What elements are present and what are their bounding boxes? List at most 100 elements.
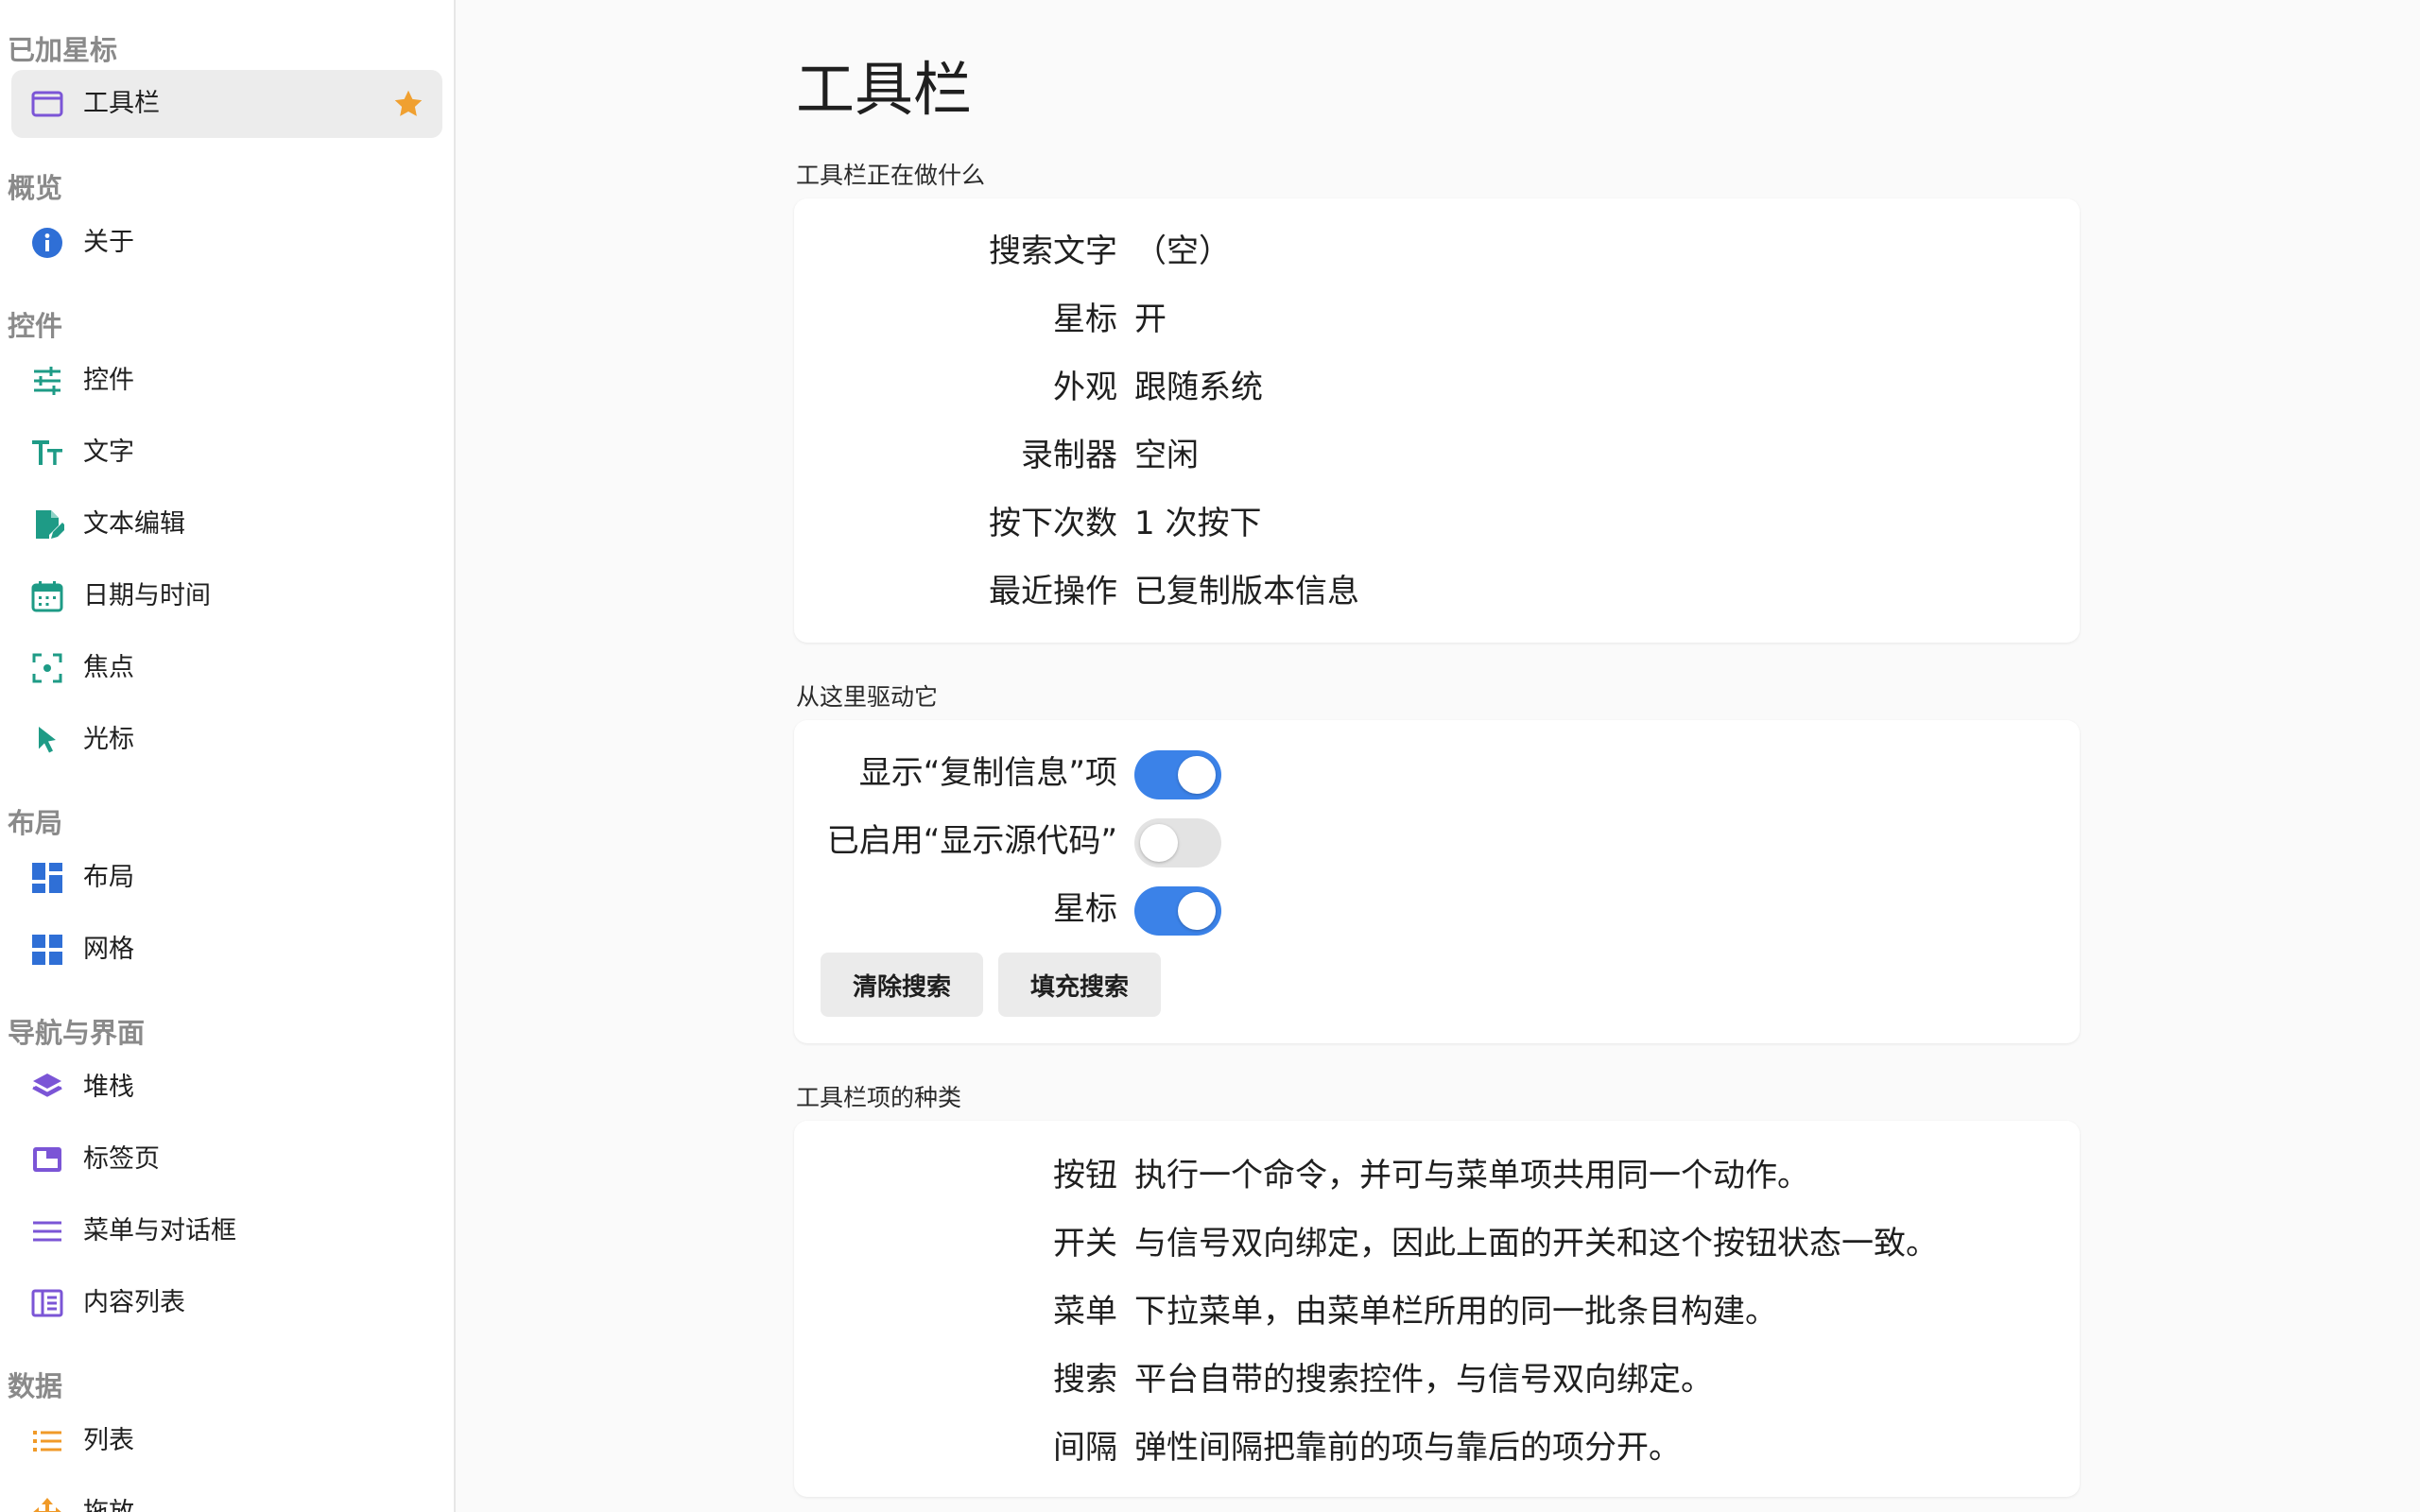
sidebar-item-label: 日期与时间 bbox=[83, 581, 211, 610]
stack-icon bbox=[30, 1071, 64, 1105]
toggle-knob bbox=[1178, 892, 1216, 930]
focus-icon bbox=[30, 651, 64, 685]
sidebar: 已加星标 工具栏 概览 关于 控件 控件 文字 文本编辑 日期与时间 焦点 光标… bbox=[0, 0, 456, 1512]
status-value: 跟随系统 bbox=[1134, 369, 1263, 406]
grid-icon bbox=[30, 933, 64, 967]
sidebar-item-label: 布局 bbox=[83, 863, 134, 892]
sidebar-item-label: 内容列表 bbox=[83, 1288, 185, 1317]
group-label-kinds: 工具栏项的种类 bbox=[796, 1084, 962, 1111]
kinds-card: 按钮 执行一个命令，并可与菜单项共用同一个动作。 开关 与信号双向绑定，因此上面… bbox=[794, 1121, 2080, 1497]
window-icon bbox=[30, 87, 64, 121]
status-value: 空闲 bbox=[1134, 437, 1199, 474]
kind-description: 弹性间隔把靠前的项与靠后的项分开。 bbox=[1134, 1429, 1681, 1467]
sidebar-item-layout[interactable]: 布局 bbox=[11, 844, 442, 912]
kind-label: 按钮 bbox=[1053, 1157, 1117, 1194]
content-list-icon bbox=[30, 1286, 64, 1320]
section-title-navigation: 导航与界面 bbox=[8, 1017, 146, 1049]
kind-label: 菜单 bbox=[1053, 1293, 1117, 1331]
drag-icon bbox=[30, 1496, 64, 1512]
status-row: 录制器 空闲 bbox=[794, 421, 2080, 490]
kind-description: 下拉菜单，由菜单栏所用的同一批条目构建。 bbox=[1134, 1293, 1777, 1331]
sidebar-item-text[interactable]: 文字 bbox=[11, 419, 442, 487]
kind-description: 执行一个命令，并可与菜单项共用同一个动作。 bbox=[1134, 1157, 1809, 1194]
toggle-label: 星标 bbox=[1053, 890, 1117, 928]
sidebar-item-label: 菜单与对话框 bbox=[83, 1216, 236, 1246]
toggle-row-star: 星标 bbox=[794, 875, 2080, 943]
status-value: 1 次按下 bbox=[1134, 505, 1262, 542]
sidebar-item-controls[interactable]: 控件 bbox=[11, 347, 442, 415]
sidebar-item-focus[interactable]: 焦点 bbox=[11, 634, 442, 702]
toggle-row-show-source: 已启用“显示源代码” bbox=[794, 807, 2080, 875]
toggle-knob bbox=[1140, 824, 1178, 862]
section-title-controls: 控件 bbox=[8, 310, 63, 342]
sidebar-item-label: 堆栈 bbox=[83, 1073, 134, 1102]
status-label: 外观 bbox=[1053, 369, 1117, 406]
menu-icon bbox=[30, 1214, 64, 1248]
button-row: 清除搜索 填充搜索 bbox=[794, 953, 2080, 1017]
copy-info-toggle[interactable] bbox=[1134, 750, 1221, 799]
sidebar-item-label: 文字 bbox=[83, 438, 134, 467]
sidebar-item-cursor[interactable]: 光标 bbox=[11, 706, 442, 774]
sidebar-item-label: 列表 bbox=[83, 1426, 134, 1455]
kind-label: 间隔 bbox=[1053, 1429, 1117, 1467]
status-label: 录制器 bbox=[1021, 437, 1117, 474]
sidebar-item-label: 焦点 bbox=[83, 653, 134, 682]
kind-row: 搜索 平台自带的搜索控件，与信号双向绑定。 bbox=[794, 1346, 2080, 1414]
sidebar-item-tabs[interactable]: 标签页 bbox=[11, 1125, 442, 1194]
sidebar-item-content-list[interactable]: 内容列表 bbox=[11, 1269, 442, 1337]
status-label: 星标 bbox=[1053, 301, 1117, 338]
section-title-layout: 布局 bbox=[8, 807, 63, 839]
kind-row: 间隔 弹性间隔把靠前的项与靠后的项分开。 bbox=[794, 1414, 2080, 1482]
status-row: 最近操作 已复制版本信息 bbox=[794, 558, 2080, 626]
sidebar-item-menus-dialogs[interactable]: 菜单与对话框 bbox=[11, 1197, 442, 1265]
kind-row: 菜单 下拉菜单，由菜单栏所用的同一批条目构建。 bbox=[794, 1278, 2080, 1346]
group-label-status: 工具栏正在做什么 bbox=[796, 162, 986, 189]
star-toggle[interactable] bbox=[1134, 886, 1221, 936]
sidebar-item-label: 标签页 bbox=[83, 1144, 160, 1174]
star-icon[interactable] bbox=[391, 87, 425, 121]
kind-row: 开关 与信号双向绑定，因此上面的开关和这个按钮状态一致。 bbox=[794, 1210, 2080, 1278]
status-row: 按下次数 1 次按下 bbox=[794, 490, 2080, 558]
kind-label: 搜索 bbox=[1053, 1361, 1117, 1399]
sidebar-item-toolbar[interactable]: 工具栏 bbox=[11, 70, 442, 138]
app-window: 已加星标 工具栏 概览 关于 控件 控件 文字 文本编辑 日期与时间 焦点 光标… bbox=[0, 0, 2420, 1512]
show-source-toggle[interactable] bbox=[1134, 818, 1221, 868]
sidebar-item-drag-drop[interactable]: 拖放 bbox=[11, 1479, 442, 1512]
status-label: 搜索文字 bbox=[989, 232, 1117, 270]
sidebar-item-text-editing[interactable]: 文本编辑 bbox=[11, 490, 442, 558]
calendar-icon bbox=[30, 579, 64, 613]
clear-search-button[interactable]: 清除搜索 bbox=[821, 953, 984, 1017]
sidebar-item-label: 工具栏 bbox=[83, 89, 160, 118]
sidebar-item-list[interactable]: 列表 bbox=[11, 1407, 442, 1475]
layout-icon bbox=[30, 861, 64, 895]
status-value: （空） bbox=[1134, 232, 1231, 270]
fill-search-button[interactable]: 填充搜索 bbox=[998, 953, 1162, 1017]
status-label: 按下次数 bbox=[989, 505, 1117, 542]
cursor-icon bbox=[30, 723, 64, 757]
list-icon bbox=[30, 1424, 64, 1458]
edit-document-icon bbox=[30, 507, 64, 541]
group-label-drive: 从这里驱动它 bbox=[796, 683, 939, 711]
sidebar-item-label: 光标 bbox=[83, 725, 134, 754]
drive-card: 显示“复制信息”项 已启用“显示源代码” 星标 清除搜索 填充搜索 bbox=[794, 720, 2080, 1043]
sidebar-item-label: 网格 bbox=[83, 935, 134, 964]
sliders-icon bbox=[30, 364, 64, 398]
status-card: 搜索文字 （空） 星标 开 外观 跟随系统 录制器 空闲 按下次数 1 次按下 … bbox=[794, 198, 2080, 643]
status-value: 开 bbox=[1134, 301, 1167, 338]
sidebar-item-date-time[interactable]: 日期与时间 bbox=[11, 562, 442, 630]
kind-label: 开关 bbox=[1053, 1225, 1117, 1263]
status-label: 最近操作 bbox=[989, 573, 1117, 610]
kind-description: 与信号双向绑定，因此上面的开关和这个按钮状态一致。 bbox=[1134, 1225, 1938, 1263]
status-row: 搜索文字 （空） bbox=[794, 217, 2080, 285]
sidebar-item-label: 控件 bbox=[83, 366, 134, 395]
toggle-label: 显示“复制信息”项 bbox=[858, 754, 1117, 792]
sidebar-item-grid[interactable]: 网格 bbox=[11, 916, 442, 984]
sidebar-item-label: 拖放 bbox=[83, 1479, 134, 1512]
kind-row: 按钮 执行一个命令，并可与菜单项共用同一个动作。 bbox=[794, 1142, 2080, 1210]
sidebar-item-label: 文本编辑 bbox=[83, 509, 185, 539]
toggle-knob bbox=[1178, 756, 1216, 794]
tabs-icon bbox=[30, 1143, 64, 1177]
sidebar-item-about[interactable]: 关于 bbox=[11, 209, 442, 277]
sidebar-item-stack[interactable]: 堆栈 bbox=[11, 1054, 442, 1122]
section-title-data: 数据 bbox=[8, 1370, 63, 1402]
